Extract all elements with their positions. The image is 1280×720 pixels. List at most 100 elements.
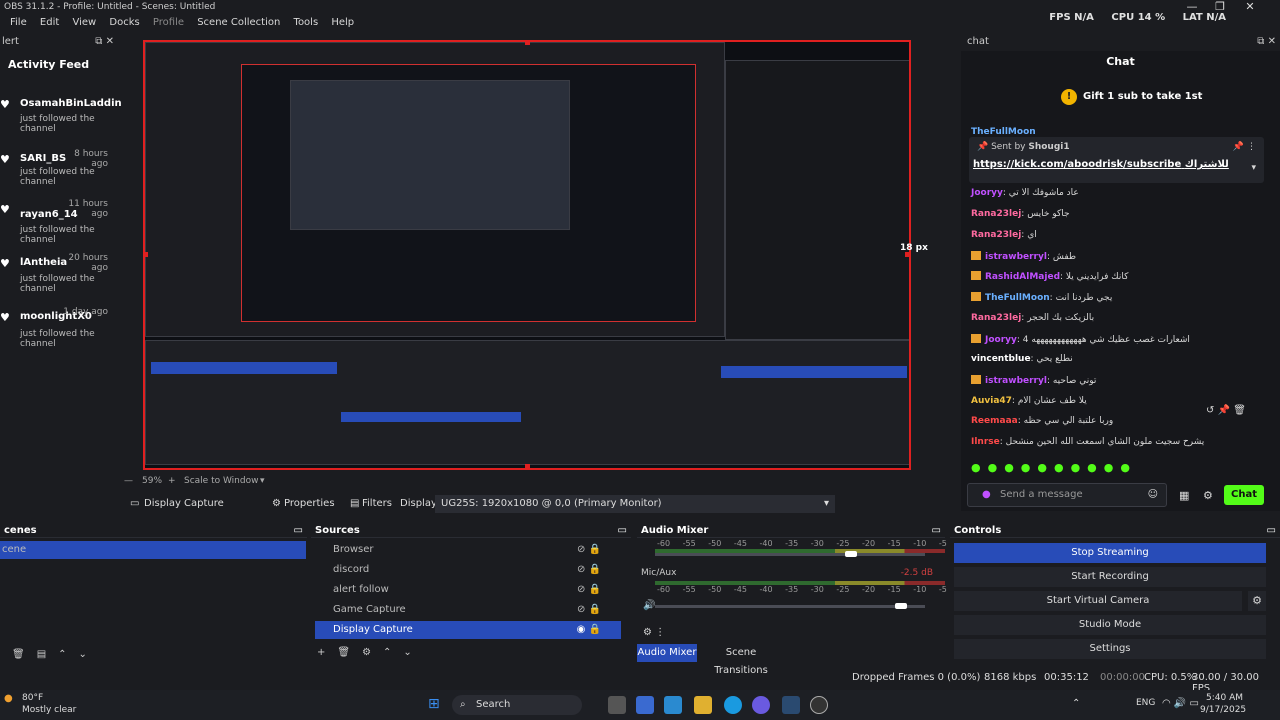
source-item[interactable]: Display Capture ◉ 🔒 — [315, 621, 621, 639]
alert-time: 1 day ago — [63, 307, 108, 317]
pin-icon[interactable]: 📌 ⋮ — [1233, 142, 1256, 152]
chat-user[interactable]: Jooryy — [985, 335, 1017, 345]
chat-input[interactable]: ● Send a message ☺ — [967, 483, 1167, 507]
lock-icon[interactable]: ⊘ 🔒 — [577, 541, 601, 559]
chevron-down-icon[interactable]: ▾ — [1251, 163, 1256, 173]
chat-user[interactable]: TheFullMoon — [971, 127, 1036, 137]
zoom-out-icon[interactable]: — — [124, 476, 133, 486]
steam-icon[interactable] — [782, 696, 800, 714]
copilot-icon[interactable] — [636, 696, 654, 714]
store-icon[interactable] — [664, 696, 682, 714]
pinned-user[interactable]: Shougi1 — [1028, 142, 1069, 152]
scene-toolbar[interactable]: 🗑▤⌃⌄ — [12, 649, 99, 660]
scale-mode[interactable]: Scale to Window — [184, 476, 258, 486]
dock-menu-icon[interactable]: ▭ — [1267, 523, 1276, 538]
lock-icon[interactable]: ⊘ 🔒 — [577, 581, 601, 599]
clock-date[interactable]: 9/17/2025 — [1200, 705, 1246, 715]
properties-button[interactable]: Properties — [278, 495, 341, 513]
studio-mode-button[interactable]: Studio Mode — [954, 615, 1266, 635]
source-item[interactable]: Game Capture ⊘ 🔒 — [315, 601, 621, 619]
pinned-link-url[interactable]: https://kick.com/aboodrisk/subscribe — [973, 159, 1181, 170]
slider-knob[interactable] — [845, 551, 857, 557]
source-item[interactable]: Browser ⊘ 🔒 — [315, 541, 621, 559]
chat-user[interactable]: istrawberryl — [985, 376, 1047, 386]
menu-tools[interactable]: Tools — [294, 17, 319, 28]
language[interactable]: ENG — [1136, 698, 1155, 708]
chat-user[interactable]: Rana23lej — [971, 230, 1021, 240]
speaker-icon[interactable]: 🔊 — [643, 600, 655, 611]
dock-menu-icon[interactable]: ▭ — [932, 523, 941, 538]
filters-button[interactable]: Filters — [356, 495, 398, 513]
volume-slider[interactable] — [655, 551, 925, 557]
menu-edit[interactable]: Edit — [40, 17, 59, 28]
taskbar-search[interactable]: ⌕ Search — [452, 695, 582, 715]
resize-handle[interactable] — [145, 252, 148, 257]
resize-handle[interactable] — [525, 464, 530, 468]
lock-icon[interactable]: ⊘ 🔒 — [577, 561, 601, 579]
windows-start-icon[interactable]: ⊞ — [428, 696, 440, 712]
grid-icon[interactable]: ▦ — [1179, 489, 1189, 502]
start-virtual-camera-button[interactable]: Start Virtual Camera — [954, 591, 1242, 611]
chat-user[interactable]: TheFullMoon — [985, 293, 1050, 303]
chat-send-button[interactable]: Chat — [1224, 485, 1264, 505]
emote-bar[interactable]: ●●●●●●●●●● — [971, 461, 1137, 474]
chat-user[interactable]: Rana23lej — [971, 313, 1021, 323]
chat-user[interactable]: Auvia47 — [971, 396, 1012, 406]
menu-docks[interactable]: Docks — [109, 17, 139, 28]
folder-icon[interactable] — [694, 696, 712, 714]
stop-streaming-button[interactable]: Stop Streaming — [954, 543, 1266, 563]
menu-file[interactable]: File — [10, 17, 27, 28]
display-select[interactable]: UG25S: 1920x1080 @ 0,0 (Primary Monitor)… — [435, 495, 835, 513]
discord-icon[interactable] — [752, 696, 770, 714]
chat-user[interactable]: Ilnrse — [971, 437, 1000, 447]
pinned-link[interactable]: https://kick.com/aboodrisk/subscribe للا… — [973, 159, 1229, 170]
source-item[interactable]: discord ⊘ 🔒 — [315, 561, 621, 579]
chevron-down-icon[interactable]: ▾ — [260, 476, 265, 486]
eye-icon[interactable]: ◉ 🔒 — [577, 621, 601, 639]
meter-scale: -60 -55 -50 -45 -40 -35 -30 -25 -20 -15 … — [657, 585, 965, 594]
dock-menu-icon[interactable]: ▭ — [294, 523, 303, 538]
obs-icon[interactable] — [810, 696, 828, 714]
task-view-icon[interactable] — [608, 696, 626, 714]
alert-time: 11 hours ago — [68, 199, 108, 219]
start-recording-button[interactable]: Start Recording — [954, 567, 1266, 587]
chat-user[interactable]: Rana23lej — [971, 209, 1021, 219]
message-actions[interactable]: ↺ 📌 🗑 — [1206, 405, 1246, 416]
clock-time[interactable]: 5:40 AM — [1206, 693, 1243, 703]
wifi-icon[interactable]: ◠ 🔊 ▭ — [1162, 698, 1199, 709]
menu-profile[interactable]: Profile — [153, 17, 184, 28]
chat-user[interactable]: istrawberryl — [985, 252, 1047, 262]
chat-user[interactable]: Jooryy — [971, 188, 1003, 198]
gear-icon[interactable]: ⚙ — [1248, 591, 1266, 611]
close-button[interactable]: ✕ — [1238, 0, 1262, 13]
gear-icon[interactable]: ⚙ ⋮ — [643, 627, 665, 638]
source-item[interactable]: alert follow ⊘ 🔒 — [315, 581, 621, 599]
menu-scene-collection[interactable]: Scene Collection — [197, 17, 280, 28]
tick: -5 — [938, 585, 947, 594]
chat-user[interactable]: vincentblue — [971, 354, 1031, 364]
dock-controls[interactable]: ⧉ ✕ — [1257, 33, 1276, 51]
dock-menu-icon[interactable]: ▭ — [618, 523, 627, 538]
scene-item[interactable]: cene — [0, 541, 306, 559]
emoji-icon[interactable]: ☺ — [1148, 484, 1158, 506]
menu-view[interactable]: View — [72, 17, 96, 28]
slider-knob[interactable] — [895, 603, 907, 609]
tick: -20 — [862, 539, 876, 548]
dock-controls[interactable]: ⧉ ✕ — [95, 33, 114, 51]
chat-user[interactable]: Reemaaa — [971, 416, 1018, 426]
menu-help[interactable]: Help — [331, 17, 354, 28]
chevron-up-icon[interactable]: ⌃ — [1072, 698, 1080, 709]
volume-slider[interactable] — [655, 603, 925, 609]
resize-handle[interactable] — [525, 42, 530, 45]
zoom-in-icon[interactable]: + — [168, 476, 176, 486]
lock-icon[interactable]: ⊘ 🔒 — [577, 601, 601, 619]
tab-scene-transitions[interactable]: Scene Transitions — [701, 644, 781, 676]
chat-user[interactable]: RashidAlMajed — [985, 272, 1060, 282]
gear-icon[interactable]: ⚙ — [1203, 489, 1213, 502]
preview-canvas[interactable] — [143, 40, 911, 470]
tab-audio-mixer[interactable]: Audio Mixer — [637, 644, 697, 662]
controls-dock: Controls ▭ Stop Streaming Start Recording… — [950, 523, 1280, 663]
source-toolbar[interactable]: +🗑⚙⌃⌄ — [317, 647, 424, 658]
edge-icon[interactable] — [724, 696, 742, 714]
settings-button[interactable]: Settings — [954, 639, 1266, 659]
